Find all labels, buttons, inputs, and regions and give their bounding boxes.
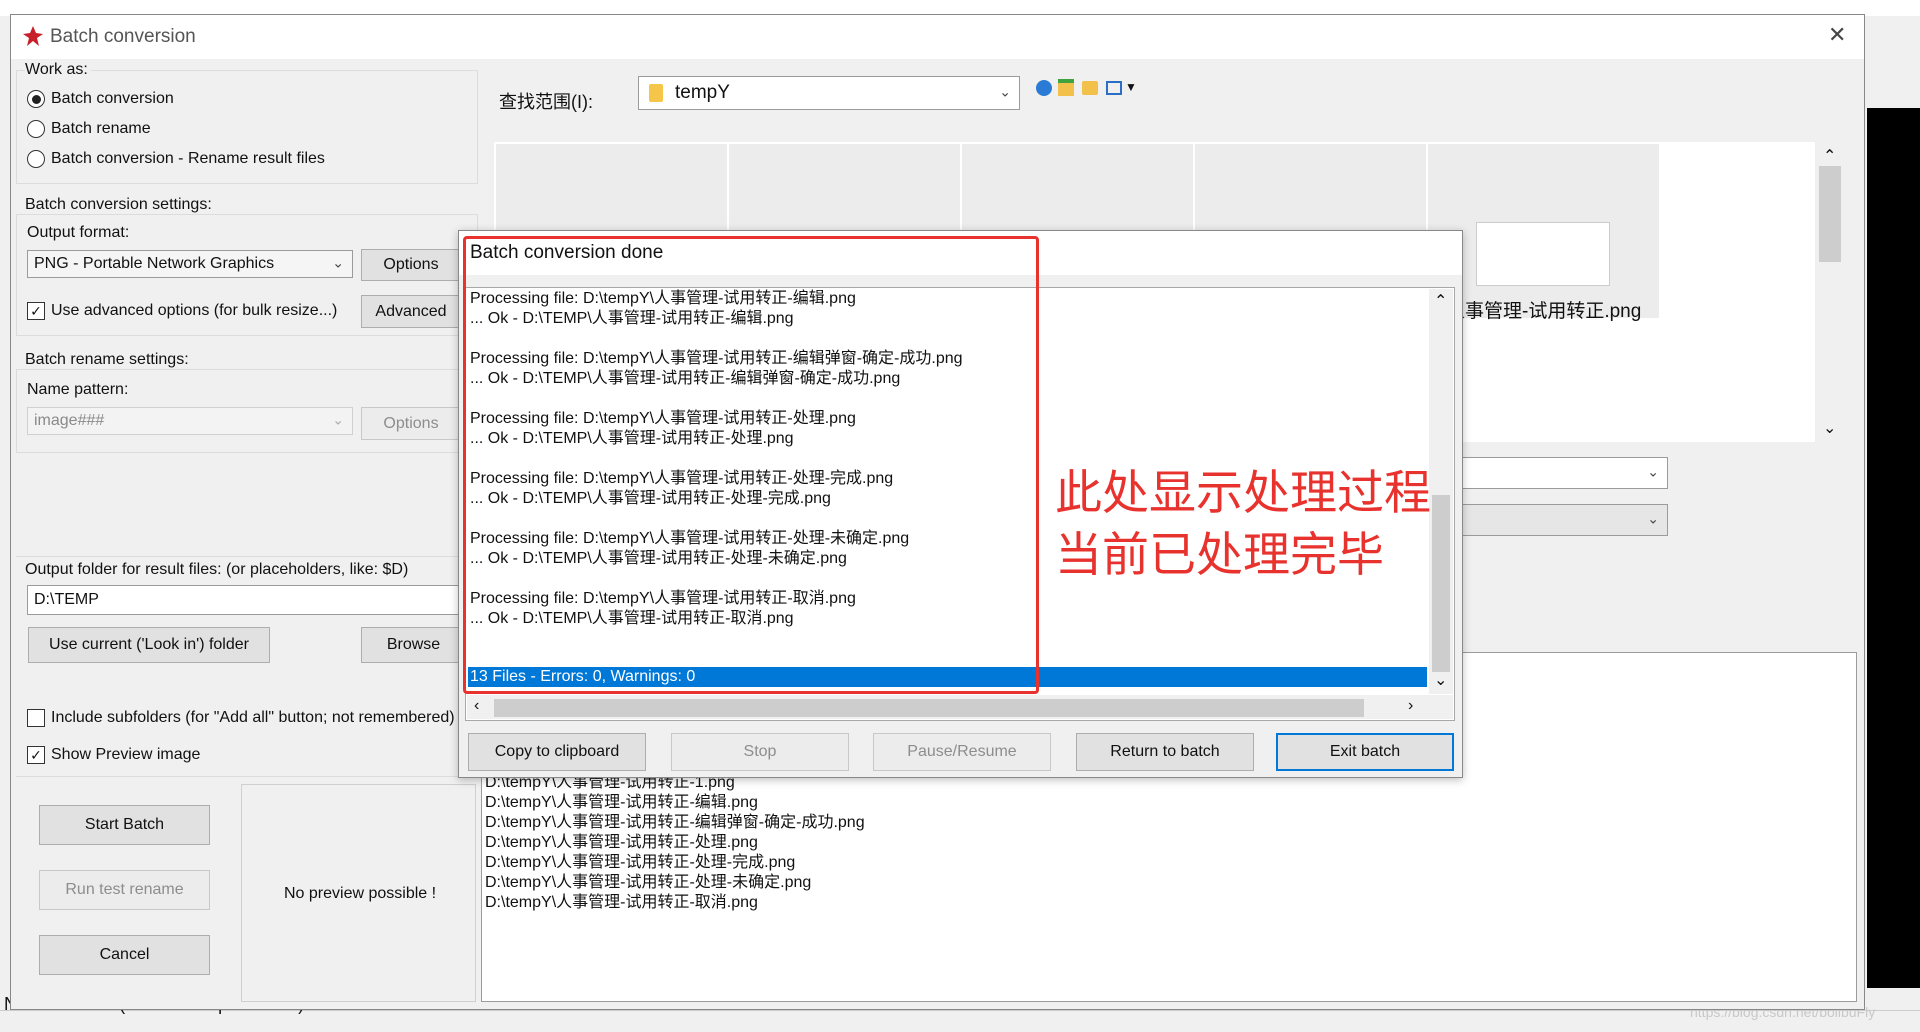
radio-label: Batch rename: [51, 120, 151, 137]
scroll-right-icon[interactable]: ›: [1408, 697, 1413, 715]
show-preview-label: Show Preview image: [51, 746, 201, 763]
view-menu-icon[interactable]: [1106, 81, 1122, 95]
work-as-label: Work as:: [25, 61, 91, 79]
conversion-settings-label: Batch conversion settings:: [25, 196, 215, 214]
window-title: Batch conversion: [50, 26, 196, 47]
input-files-lines: D:\tempY\人事管理-试用转正-1.png D:\tempY\人事管理-试…: [485, 773, 865, 913]
format-options-button[interactable]: Options: [361, 249, 461, 281]
background-black-area: [1867, 108, 1920, 988]
radio-icon: [27, 150, 45, 168]
radio-icon: [27, 120, 45, 138]
include-subfolders-label: Include subfolders (for "Add all" button…: [51, 709, 455, 726]
radio-batch-conversion[interactable]: Batch conversion: [27, 90, 174, 108]
copy-to-clipboard-button[interactable]: Copy to clipboard: [468, 733, 646, 771]
scroll-left-icon[interactable]: ‹: [474, 697, 479, 715]
pause-resume-button[interactable]: Pause/Resume: [873, 733, 1051, 771]
close-icon[interactable]: ✕: [1828, 22, 1846, 48]
input-file-item[interactable]: D:\tempY\人事管理-试用转正-处理-未确定.png: [485, 873, 865, 893]
checkbox-icon: [27, 709, 45, 727]
log-hscroll-thumb[interactable]: [494, 699, 1364, 717]
app-icon: [22, 25, 44, 47]
thumbnail-caption: 人事管理-试用转正.png: [1446, 301, 1642, 322]
view-menu-arrow-icon[interactable]: ▼: [1125, 80, 1137, 94]
name-pattern-input[interactable]: image### ⌄: [27, 407, 353, 435]
advanced-options-checkbox[interactable]: ✓ Use advanced options (for bulk resize.…: [27, 302, 337, 320]
return-to-batch-button[interactable]: Return to batch: [1076, 733, 1254, 771]
include-subfolders-checkbox[interactable]: Include subfolders (for "Add all" button…: [27, 709, 455, 727]
chevron-down-icon: ⌄: [999, 83, 1011, 100]
browse-button[interactable]: Browse: [361, 627, 466, 663]
output-folder-label: Output folder for result files: (or plac…: [25, 561, 409, 578]
new-folder-icon[interactable]: [1082, 81, 1098, 95]
scroll-up-icon[interactable]: ⌃: [1823, 146, 1836, 166]
radio-label: Batch conversion - Rename result files: [51, 150, 325, 167]
output-format-label: Output format:: [27, 224, 130, 241]
rename-options-button[interactable]: Options: [361, 407, 461, 440]
actions-separator: [16, 776, 476, 777]
input-file-item[interactable]: D:\tempY\人事管理-试用转正-处理.png: [485, 833, 865, 853]
look-in-label: 查找范围(I):: [499, 92, 593, 112]
advanced-button[interactable]: Advanced: [361, 295, 461, 328]
scroll-down-icon[interactable]: ⌄: [1823, 418, 1836, 438]
checkbox-icon: ✓: [27, 746, 45, 764]
input-file-item[interactable]: D:\tempY\人事管理-试用转正-处理-完成.png: [485, 853, 865, 873]
input-file-item[interactable]: D:\tempY\人事管理-试用转正-编辑弹窗-确定-成功.png: [485, 813, 865, 833]
thumbnail-image: [1476, 222, 1610, 286]
advanced-options-label: Use advanced options (for bulk resize...…: [51, 302, 338, 319]
use-current-folder-button[interactable]: Use current ('Look in') folder: [28, 627, 270, 663]
chevron-down-icon: ⌄: [1647, 463, 1659, 480]
name-pattern-value: image###: [34, 412, 105, 429]
checkbox-icon: ✓: [27, 302, 45, 320]
output-format-value: PNG - Portable Network Graphics: [34, 255, 275, 272]
look-in-value: tempY: [675, 82, 730, 103]
look-in-select[interactable]: tempY ⌄: [638, 76, 1020, 110]
radio-label: Batch conversion: [51, 90, 174, 107]
output-format-select[interactable]: PNG - Portable Network Graphics ⌄: [27, 250, 353, 278]
preview-text: No preview possible !: [284, 885, 437, 902]
right-dropdown-2[interactable]: ⌄: [1440, 504, 1668, 536]
right-dropdown-1[interactable]: ⌄: [1440, 457, 1668, 489]
input-file-item[interactable]: D:\tempY\人事管理-试用转正-取消.png: [485, 893, 865, 913]
chevron-down-icon: ⌄: [1647, 510, 1659, 527]
folder-icon: [649, 84, 663, 102]
scroll-up-icon[interactable]: ⌃: [1434, 291, 1447, 311]
annotation-box: [463, 236, 1039, 694]
chevron-down-icon: ⌄: [332, 411, 344, 428]
output-folder-value: D:\TEMP: [34, 591, 99, 608]
annotation-line-2: 当前已处理完毕: [1055, 528, 1384, 583]
input-file-item[interactable]: D:\tempY\人事管理-试用转正-编辑.png: [485, 793, 865, 813]
radio-icon: [27, 90, 45, 108]
log-vscroll-thumb[interactable]: [1432, 495, 1450, 672]
scroll-thumb[interactable]: [1819, 166, 1841, 262]
rename-settings-label: Batch rename settings:: [25, 351, 192, 369]
run-test-rename-button[interactable]: Run test rename: [39, 870, 210, 910]
scroll-down-icon[interactable]: ⌄: [1434, 670, 1447, 690]
stop-button[interactable]: Stop: [671, 733, 849, 771]
back-icon[interactable]: [1036, 80, 1052, 96]
batch-window-titlebar: [11, 15, 1864, 59]
chevron-down-icon: ⌄: [332, 254, 344, 271]
exit-batch-button[interactable]: Exit batch: [1276, 733, 1454, 771]
start-batch-button[interactable]: Start Batch: [39, 805, 210, 845]
show-preview-checkbox[interactable]: ✓ Show Preview image: [27, 746, 200, 764]
output-folder-input[interactable]: D:\TEMP: [27, 585, 467, 615]
name-pattern-label: Name pattern:: [27, 381, 129, 398]
radio-convert-rename[interactable]: Batch conversion - Rename result files: [27, 150, 325, 168]
radio-batch-rename[interactable]: Batch rename: [27, 120, 151, 138]
up-folder-icon[interactable]: [1058, 79, 1074, 96]
annotation-line-1: 此处显示处理过程: [1055, 466, 1431, 521]
cancel-button[interactable]: Cancel: [39, 935, 210, 975]
